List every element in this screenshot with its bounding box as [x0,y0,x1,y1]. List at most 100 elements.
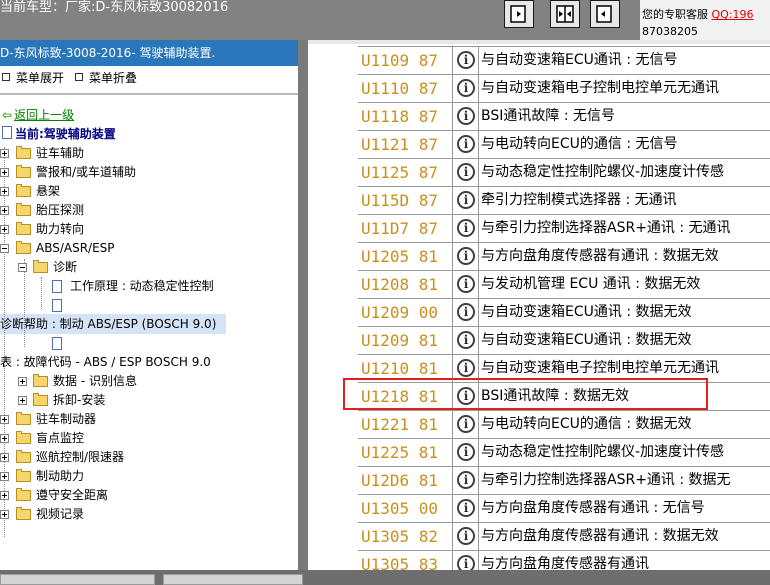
folder-icon [16,184,31,197]
expand-toggle-icon[interactable] [0,149,9,158]
table-row[interactable]: U1121 87 i 与电动转向ECU的通信 : 无信号 [358,131,770,159]
tree-connector [41,277,42,309]
folder-open-icon [16,241,31,254]
fault-description: 与方向盘角度传感器有通讯 : 数据无效 [478,523,719,550]
table-row[interactable]: U12D6 81 i 与牵引力控制选择器ASR+通讯 : 数据无 [358,467,770,495]
info-icon[interactable]: i [457,443,475,461]
document-icon [52,299,62,312]
info-icon[interactable]: i [457,247,475,265]
table-row[interactable]: U1118 87 i BSI通讯故障 : 无信号 [358,103,770,131]
table-row[interactable]: U1209 81 i 与自动变速箱ECU通讯 : 数据无效 [358,327,770,355]
info-icon[interactable]: i [457,163,475,181]
expand-all-button[interactable]: 菜单展开 [2,70,64,86]
table-row[interactable]: U1125 87 i 与动态稳定性控制陀螺仪-加速度计传感 [358,159,770,187]
panel-left-icon [510,5,526,23]
fault-code: U1305 83 [358,551,453,570]
fault-code: U1218 81 [358,383,453,410]
info-icon[interactable]: i [457,415,475,433]
collapse-toggle-icon[interactable] [18,263,27,272]
expand-toggle-icon[interactable] [18,377,27,386]
info-icon[interactable]: i [457,275,475,293]
divider [0,93,298,95]
expand-toggle-icon[interactable] [0,434,9,443]
expand-toggle-icon[interactable] [0,187,9,196]
table-row[interactable]: U1110 87 i 与自动变速箱电子控制电控单元无通讯 [358,75,770,103]
customer-service-box: 您的专职客服 QQ:196 87038205 [640,0,770,40]
table-row[interactable]: U1210 81 i 与自动变速箱电子控制电控单元无通讯 [358,355,770,383]
collapse-right-button[interactable] [590,0,620,28]
table-row[interactable]: U1305 82 i 与方向盘角度传感器有通讯 : 数据无效 [358,523,770,551]
expand-toggle-icon[interactable] [0,453,9,462]
info-icon[interactable]: i [457,499,475,517]
fault-code: U1118 87 [358,103,453,130]
table-row[interactable]: U1305 00 i 与方向盘角度传感器有通讯 : 无信号 [358,495,770,523]
bottom-bar [0,570,770,585]
table-row[interactable]: U115D 87 i 牵引力控制模式选择器 : 无通讯 [358,187,770,215]
panel-title: D-东风标致-3008-2016- 驾驶辅助装置. [0,40,298,66]
bottom-tab[interactable] [0,574,155,585]
folder-icon [16,469,31,482]
info-icon[interactable]: i [457,471,475,489]
table-row[interactable]: U1218 81 i BSI通讯故障 : 数据无效 [358,383,770,411]
expand-toggle-icon[interactable] [0,206,9,215]
fault-description: 与自动变速箱电子控制电控单元无通讯 [478,75,719,102]
expand-toggle-icon[interactable] [0,225,9,234]
fault-description: 与方向盘角度传感器有通讯 : 数据无效 [478,243,719,270]
qq-link[interactable]: QQ:196 [712,8,754,21]
split-view-button[interactable] [550,0,580,28]
fault-code: U11D7 87 [358,215,453,242]
expand-toggle-icon[interactable] [0,415,9,424]
fault-description: 与动态稳定性控制陀螺仪-加速度计传感 [478,439,724,466]
info-icon[interactable]: i [457,107,475,125]
folder-icon [33,374,48,387]
fault-code: U115D 87 [358,187,453,214]
fault-code: U1209 81 [358,327,453,354]
table-row[interactable]: U1209 00 i 与自动变速箱ECU通讯 : 数据无效 [358,299,770,327]
info-icon[interactable]: i [457,191,475,209]
fault-description: 与发动机管理 ECU 通讯 : 数据无效 [478,271,700,298]
collapse-toggle-icon[interactable] [0,244,9,253]
expand-toggle-icon[interactable] [0,491,9,500]
document-icon [52,280,62,293]
collapse-icon [75,73,83,81]
table-row[interactable]: U1205 81 i 与方向盘角度传感器有通讯 : 数据无效 [358,243,770,271]
back-link[interactable]: ⇦ 返回上一级 [2,107,74,123]
info-icon[interactable]: i [457,135,475,153]
info-icon[interactable]: i [457,303,475,321]
expand-toggle-icon[interactable] [0,168,9,177]
panel-splitter[interactable] [298,40,308,570]
expand-toggle-icon[interactable] [0,472,9,481]
fault-description: 与电动转向ECU的通信 : 无信号 [478,131,678,158]
expand-toggle-icon[interactable] [0,510,9,519]
bottom-tab[interactable] [163,574,303,585]
info-icon[interactable]: i [457,51,475,69]
info-icon[interactable]: i [457,527,475,545]
table-row[interactable]: U1305 83 i 与方向盘角度传感器有通讯 [358,551,770,570]
fault-code: U1225 81 [358,439,453,466]
back-arrow-icon: ⇦ [2,108,13,122]
table-row[interactable]: U1225 81 i 与动态稳定性控制陀螺仪-加速度计传感 [358,439,770,467]
table-row[interactable]: U1109 87 i 与自动变速箱ECU通讯 : 无信号 [358,47,770,75]
table-row[interactable]: U1208 81 i 与发动机管理 ECU 通讯 : 数据无效 [358,271,770,299]
fault-description: BSI通讯故障 : 无信号 [478,103,615,130]
folder-icon [16,222,31,235]
fault-code-table-panel: U1109 87 i 与自动变速箱ECU通讯 : 无信号 U1110 87 i 与自动变速… [308,40,770,570]
info-icon[interactable]: i [457,79,475,97]
info-icon[interactable]: i [457,331,475,349]
info-icon[interactable]: i [457,219,475,237]
expand-toggle-icon[interactable] [18,396,27,405]
vehicle-model-title: 当前车型：厂家:D-东风标致30082016 [0,0,229,15]
expand-icon [2,73,10,81]
fault-code: U12D6 81 [358,467,453,494]
info-icon[interactable]: i [457,387,475,405]
info-icon[interactable]: i [457,555,475,570]
folder-icon [16,431,31,444]
fault-description: 与方向盘角度传感器有通讯 [478,551,649,570]
table-row[interactable]: U1221 81 i 与电动转向ECU的通信 : 数据无效 [358,411,770,439]
table-row[interactable]: U11D7 87 i 与牵引力控制选择器ASR+通讯 : 无通讯 [358,215,770,243]
info-icon[interactable]: i [457,359,475,377]
folder-icon [16,488,31,501]
collapse-all-button[interactable]: 菜单折叠 [75,70,137,86]
folder-open-icon [33,260,48,273]
collapse-left-button[interactable] [504,0,534,28]
